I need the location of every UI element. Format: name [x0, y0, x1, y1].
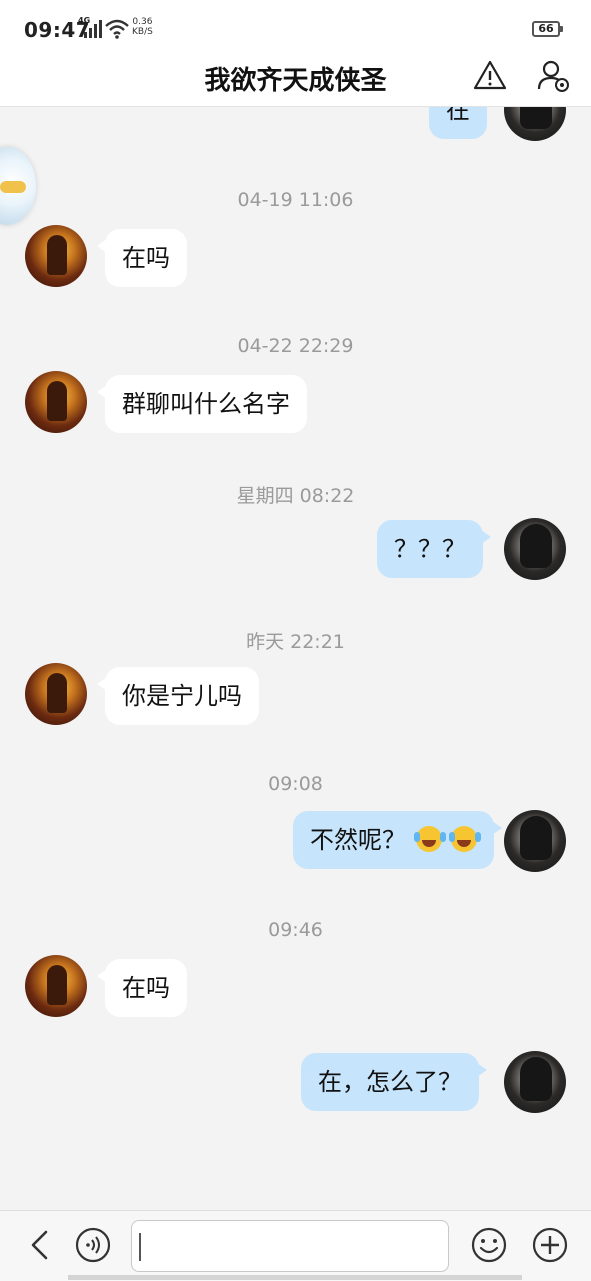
message-input[interactable]	[131, 1220, 449, 1272]
message-bubble-outgoing[interactable]: 在	[429, 107, 487, 139]
status-bar: 09:47 4G 0.36 KB/S 66	[0, 0, 591, 56]
message-timestamp: 09:08	[268, 773, 323, 795]
message-bubble-incoming[interactable]: 群聊叫什么名字	[97, 375, 307, 433]
home-indicator[interactable]	[68, 1275, 522, 1280]
message-list[interactable]: 在 04-19 11:06 在吗 04-22 22:29 群聊叫什么名字 星期四…	[0, 107, 591, 1210]
message-bubble-incoming[interactable]: 在吗	[97, 229, 187, 287]
message-timestamp: 昨天 22:21	[246, 631, 345, 653]
message-timestamp: 星期四 08:22	[236, 485, 355, 507]
message-bubble-outgoing[interactable]: ？？？	[377, 520, 491, 578]
message-bubble-incoming[interactable]: 你是宁儿吗	[97, 667, 259, 725]
avatar-contact[interactable]	[25, 225, 87, 287]
tears-of-joy-emoji-icon	[449, 826, 478, 852]
message-text: 不然呢？	[310, 826, 406, 854]
message-bubble-outgoing[interactable]: 在，怎么了？	[301, 1053, 487, 1111]
text-cursor	[139, 1233, 141, 1261]
avatar-self[interactable]	[504, 810, 566, 872]
floating-ball-icon[interactable]	[0, 147, 36, 225]
battery-level: 66	[538, 22, 554, 35]
warning-icon[interactable]	[472, 58, 508, 94]
message-bubble-outgoing[interactable]: 不然呢？	[293, 811, 503, 869]
network-speed: 0.36 KB/S	[132, 17, 153, 37]
message-timestamp: 04-19 11:06	[237, 189, 354, 211]
plus-icon[interactable]	[531, 1226, 569, 1264]
message-timestamp: 09:46	[268, 919, 323, 941]
chat-header: 我欲齐天成侠圣	[0, 56, 591, 107]
back-chevron-icon[interactable]	[22, 1226, 60, 1264]
avatar-contact[interactable]	[25, 955, 87, 1017]
wifi-icon	[104, 18, 130, 40]
message-timestamp: 04-22 22:29	[237, 335, 354, 357]
signal-4g-icon: 4G	[78, 16, 104, 38]
input-bar	[0, 1210, 591, 1281]
tears-of-joy-emoji-icon	[413, 826, 442, 852]
message-bubble-incoming[interactable]: 在吗	[97, 959, 187, 1017]
emoji-face-icon[interactable]	[470, 1226, 508, 1264]
avatar-self[interactable]	[504, 1051, 566, 1113]
network-type: 4G	[78, 16, 91, 25]
avatar-self[interactable]	[504, 518, 566, 580]
battery-icon: 66	[532, 21, 563, 37]
speed-value: 0.36	[132, 17, 153, 27]
voice-icon[interactable]	[74, 1226, 112, 1264]
avatar-self[interactable]	[504, 107, 566, 141]
avatar-contact[interactable]	[25, 371, 87, 433]
speed-unit: KB/S	[132, 27, 153, 37]
profile-settings-icon[interactable]	[536, 58, 572, 94]
avatar-contact[interactable]	[25, 663, 87, 725]
